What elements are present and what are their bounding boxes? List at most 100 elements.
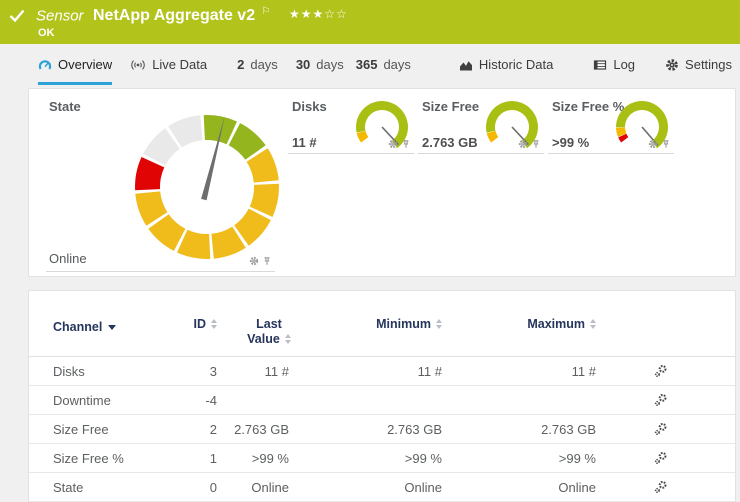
channel-settings-icon[interactable] [654,393,668,407]
column-label: Last [256,317,282,331]
tab-label: days [383,57,410,72]
gauge-cell-icons [648,139,671,149]
cell-id: -4 [205,393,217,408]
cell-channel[interactable]: State [53,480,83,495]
table-header: Channel ID Last Value Minimum Maximum [29,291,735,357]
table-row: Size Free22.763 GB2.763 GB2.763 GB [29,415,735,444]
cell-channel[interactable]: Downtime [53,393,111,408]
gauge-label: Disks [292,99,327,114]
cell-maximum: 2.763 GB [541,422,596,437]
sort-icon [285,334,291,344]
tab-live-data[interactable]: Live Data [130,57,207,82]
tab-number: 2 [237,57,244,72]
overview-panel: State Online Disks11 #Size Free2.763 GBS… [28,88,736,277]
table-row: Size Free % 1 >99 % >99 % >99 % [29,444,735,473]
gauge-cell-icons [518,139,541,149]
column-header-minimum[interactable]: Minimum [376,317,442,331]
column-label: Channel [53,320,102,334]
priority-flag-icon[interactable]: ⚐ [262,6,271,17]
divider [548,153,674,154]
tab-label: Settings [685,57,732,72]
column-label: Maximum [527,317,585,331]
divider [46,271,275,272]
sort-icon [436,319,442,329]
mini-gauge-cell-size-free: Size Free 2.763 GB [414,89,544,278]
column-header-maximum[interactable]: Maximum [527,317,596,331]
table-row: State 0 Online Online Online [29,473,735,502]
tab-365-days[interactable]: 365 days [356,57,411,82]
cell-last-value: >99 % [252,451,289,466]
tab-log[interactable]: Log [593,57,635,82]
gauge-settings-gear-icon[interactable] [249,256,259,266]
gauge-pin-icon[interactable] [531,139,541,149]
mini-gauge-cell-size-free: Size Free %>99 % [544,89,674,278]
tab-label: Log [613,57,635,72]
column-header-channel[interactable]: Channel [53,320,116,334]
column-header-last-value[interactable]: Last Value [237,317,301,347]
cell-channel[interactable]: Size Free [53,422,109,437]
channel-settings-icon[interactable] [654,364,668,378]
mini-gauge-cell-disks: Disks11 # [284,89,414,278]
tab-2-days[interactable]: 2days [237,57,278,82]
channel-settings-icon[interactable] [654,451,668,465]
column-label: Minimum [376,317,431,331]
cell-last-value: 11 # [265,364,289,379]
column-header-id[interactable]: ID [194,317,218,331]
tab-bar: OverviewLive Data2days30days365daysHisto… [0,44,740,88]
gauge-settings-gear-icon[interactable] [518,139,528,149]
tab-label: days [316,57,343,72]
gauge-value: 2.763 GB [422,135,478,150]
column-label: Value [247,332,280,346]
divider [288,153,414,154]
cell-minimum: 11 # [418,364,442,379]
sort-icon [211,319,217,329]
tab-settings[interactable]: Settings [665,57,732,82]
gauge-value: >99 % [552,135,589,150]
state-gauge-value: Online [49,251,87,266]
gauge-cell-icons [249,256,272,266]
cell-maximum: 11 # [572,364,596,379]
gauge-cell-icons [388,139,411,149]
gauge-pin-icon[interactable] [401,139,411,149]
cell-id: 2 [210,422,217,437]
gauge-label-state: State [49,99,81,114]
sensor-header: Sensor NetApp Aggregate v2 ⚐ ★★★☆☆ OK [0,0,740,44]
cell-minimum: >99 % [405,451,442,466]
tab-number: 365 [356,57,378,72]
column-label: ID [194,317,207,331]
tab-label: Live Data [152,57,207,72]
gauge-pin-icon[interactable] [661,139,671,149]
tab-30-days[interactable]: 30days [296,57,344,82]
cell-minimum: Online [404,480,442,495]
table-row: Disks 3 11 # 11 # 11 # [29,357,735,386]
cell-maximum: >99 % [559,451,596,466]
tab-label: Overview [58,57,112,72]
gauge-settings-gear-icon[interactable] [388,139,398,149]
sort-desc-icon [108,325,116,330]
cell-id: 3 [210,364,217,379]
cell-id: 1 [210,451,217,466]
channel-settings-icon[interactable] [654,480,668,494]
sort-icon [590,319,596,329]
cell-maximum: Online [558,480,596,495]
area-chart-icon [459,58,473,72]
state-gauge [127,105,287,265]
cell-last-value: 2.763 GB [234,422,289,437]
tab-label: Historic Data [479,57,553,72]
table-row: Downtime -4 [29,386,735,415]
gauge-pin-icon[interactable] [262,256,272,266]
ok-check-icon [9,9,25,28]
gauge-settings-gear-icon[interactable] [648,139,658,149]
cell-last-value: Online [251,480,289,495]
cell-channel[interactable]: Disks [53,364,85,379]
gauge-label: Size Free [422,99,479,114]
tab-historic-data[interactable]: Historic Data [459,57,553,82]
state-gauge-cell: State Online [29,89,284,278]
priority-stars[interactable]: ★★★☆☆ [289,7,348,21]
gear-icon [665,58,679,72]
cell-id: 0 [210,480,217,495]
status-badge: OK [38,27,55,39]
cell-channel[interactable]: Size Free % [53,451,124,466]
tab-overview[interactable]: Overview [38,57,112,85]
channel-settings-icon[interactable] [654,422,668,436]
